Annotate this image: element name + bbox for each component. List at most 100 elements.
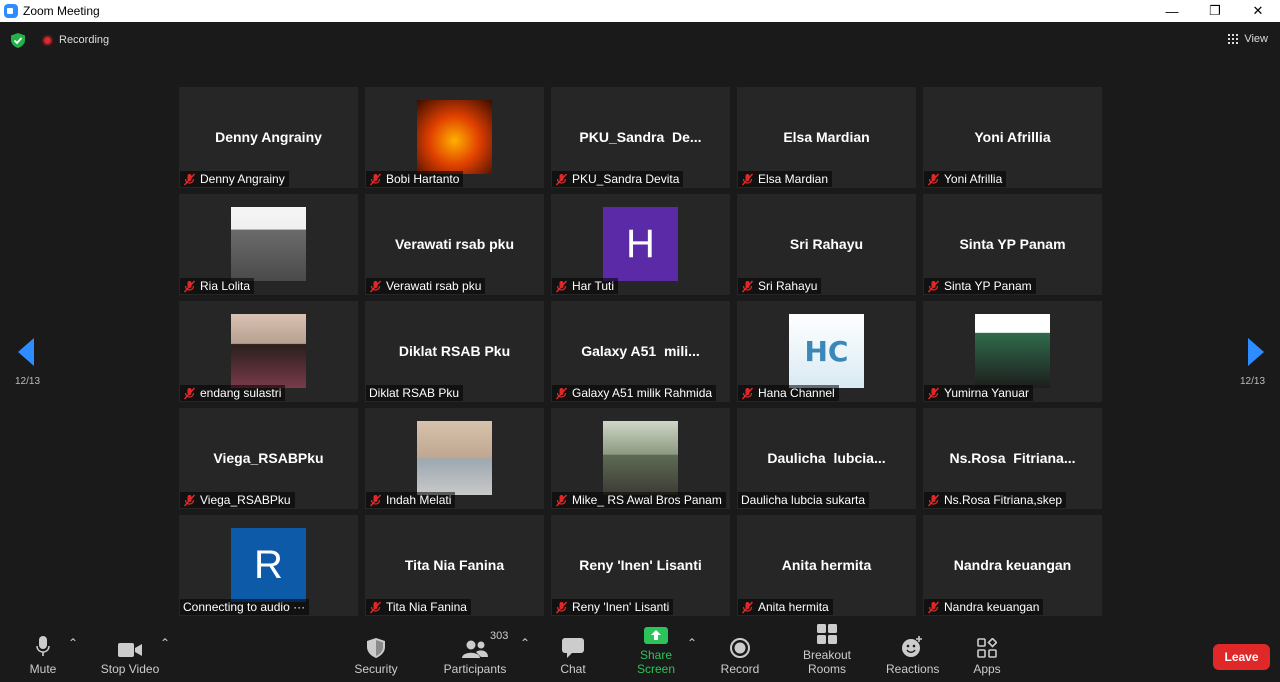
participant-tile[interactable]: Sri Rahayu Sri Rahayu <box>737 194 916 295</box>
breakout-rooms-button[interactable]: Breakout Rooms <box>784 618 870 676</box>
recording-indicator[interactable]: Recording <box>42 34 109 46</box>
participant-name-text: Yoni Afrillia <box>944 172 1003 186</box>
participant-name-label: Nandra keuangan <box>924 599 1044 615</box>
participant-display-name: Sri Rahayu <box>789 236 864 252</box>
participant-name-label: Bobi Hartanto <box>366 171 464 187</box>
record-button[interactable]: Record <box>720 632 760 676</box>
participant-tile[interactable]: Elsa Mardian Elsa Mardian <box>737 87 916 188</box>
participant-name-label: Har Tuti <box>552 278 619 294</box>
participant-tile[interactable]: Nandra keuangan Nandra keuangan <box>923 515 1102 616</box>
participant-name-label: Tita Nia Fanina <box>366 599 471 615</box>
muted-mic-icon <box>369 279 382 293</box>
participant-tile[interactable]: Anita hermita Anita hermita <box>737 515 916 616</box>
participant-tile[interactable]: Denny Angrainy Denny Angrainy <box>179 87 358 188</box>
participant-display-name: Reny 'Inen' Lisanti <box>579 557 702 573</box>
participant-tile[interactable]: Viega_RSABPku Viega_RSABPku <box>179 408 358 509</box>
next-page-arrow-icon[interactable] <box>1246 338 1266 366</box>
share-options-caret-icon[interactable]: ⌃ <box>687 636 697 650</box>
muted-mic-icon <box>555 386 568 400</box>
reactions-label: Reactions <box>886 662 940 676</box>
participant-tile[interactable]: R Connecting to audio ··· <box>179 515 358 616</box>
reactions-smiley-icon <box>902 636 922 657</box>
video-options-caret-icon[interactable]: ⌃ <box>160 636 170 650</box>
muted-mic-icon <box>927 386 940 400</box>
participant-tile[interactable]: endang sulastri <box>179 301 358 402</box>
participants-caret-icon[interactable]: ⌃ <box>520 636 530 650</box>
participant-letter-avatar: H <box>603 207 678 281</box>
participant-name-label: Connecting to audio ··· <box>180 599 310 615</box>
audio-options-caret-icon[interactable]: ⌃ <box>68 636 78 650</box>
hana-channel-logo: HC <box>804 334 849 368</box>
participant-name-text: Indah Melati <box>386 493 452 507</box>
muted-mic-icon <box>183 386 196 400</box>
participant-tile[interactable]: PKU_Sandra De... PKU_Sandra Devita <box>551 87 730 188</box>
participant-name-label: PKU_Sandra Devita <box>552 171 684 187</box>
participant-tile[interactable]: Mike_ RS Awal Bros Panam <box>551 408 730 509</box>
participant-tile[interactable]: Tita Nia Fanina Tita Nia Fanina <box>365 515 544 616</box>
participants-button[interactable]: 303 Participants <box>442 630 509 676</box>
record-label: Record <box>720 662 760 676</box>
participant-name-text: Yumirna Yanuar <box>944 386 1029 400</box>
participant-profile-photo <box>603 421 678 495</box>
grid-view-icon <box>1228 34 1239 44</box>
participant-name-label: Denny Angrainy <box>180 171 289 187</box>
participant-tile[interactable]: Yoni Afrillia Yoni Afrillia <box>923 87 1102 188</box>
participant-name-label: Yoni Afrillia <box>924 171 1007 187</box>
apps-button[interactable]: Apps <box>970 632 1004 676</box>
participant-name-label: Galaxy A51 milik Rahmida <box>552 385 717 401</box>
participant-name-text: Mike_ RS Awal Bros Panam <box>572 493 722 507</box>
participant-tile[interactable]: Galaxy A51 mili... Galaxy A51 milik Rahmi… <box>551 301 730 402</box>
participant-display-name: Tita Nia Fanina <box>404 557 505 573</box>
reactions-button[interactable]: Reactions <box>886 632 940 676</box>
participant-display-name: Ns.Rosa Fitriana... <box>949 450 1076 466</box>
window-title: Zoom Meeting <box>23 4 100 18</box>
security-button[interactable]: Security <box>352 632 400 676</box>
participant-tile[interactable]: Bobi Hartanto <box>365 87 544 188</box>
muted-mic-icon <box>555 600 568 614</box>
participant-name-label: Hana Channel <box>738 385 839 401</box>
participant-display-name: Nandra keuangan <box>953 557 1072 573</box>
chat-button[interactable]: Chat <box>558 632 588 676</box>
participant-gallery: Denny Angrainy Denny Angrainy Bobi Hartant… <box>179 87 1103 616</box>
participant-name-label: Indah Melati <box>366 492 456 508</box>
participant-tile[interactable]: Ria Lolita <box>179 194 358 295</box>
participant-tile[interactable]: Daulicha lubcia... Daulicha lubcia sukart… <box>737 408 916 509</box>
participant-tile[interactable]: Diklat RSAB Pku Diklat RSAB Pku <box>365 301 544 402</box>
minimize-icon[interactable]: — <box>1152 0 1192 22</box>
participant-name-text: Sri Rahayu <box>758 279 818 293</box>
stop-video-button[interactable]: Stop Video <box>100 632 160 676</box>
muted-mic-icon <box>183 493 196 507</box>
participant-name-text: endang sulastri <box>200 386 282 400</box>
participant-display-name: PKU_Sandra De... <box>579 129 702 145</box>
participant-tile[interactable]: H Har Tuti <box>551 194 730 295</box>
participant-display-name: Verawati rsab pku <box>394 236 515 252</box>
participant-tile[interactable]: Sinta YP Panam Sinta YP Panam <box>923 194 1102 295</box>
restore-icon[interactable]: ❐ <box>1195 0 1235 22</box>
mute-button[interactable]: Mute <box>28 632 58 676</box>
participant-profile-photo <box>417 100 492 174</box>
participant-tile[interactable]: HC Hana Channel <box>737 301 916 402</box>
security-shield-icon[interactable] <box>11 33 25 48</box>
microphone-icon <box>36 636 50 656</box>
participant-tile[interactable]: Reny 'Inen' Lisanti Reny 'Inen' Lisanti <box>551 515 730 616</box>
participant-name-label: Reny 'Inen' Lisanti <box>552 599 674 615</box>
muted-mic-icon <box>369 493 382 507</box>
participant-tile[interactable]: Yumirna Yanuar <box>923 301 1102 402</box>
participant-display-name: Anita hermita <box>781 557 872 573</box>
previous-page-arrow-icon[interactable] <box>18 338 38 366</box>
participants-label: Participants <box>443 662 507 676</box>
close-icon[interactable]: ✕ <box>1238 0 1278 22</box>
muted-mic-icon <box>927 172 940 186</box>
participant-tile[interactable]: Ns.Rosa Fitriana... Ns.Rosa Fitriana,skep <box>923 408 1102 509</box>
muted-mic-icon <box>741 600 754 614</box>
share-screen-button[interactable]: Share Screen <box>620 618 692 676</box>
participant-name-label: Daulicha lubcia sukarta <box>738 492 870 508</box>
participant-name-text: Verawati rsab pku <box>386 279 482 293</box>
participant-name-text: Elsa Mardian <box>758 172 829 186</box>
participant-tile[interactable]: Verawati rsab pku Verawati rsab pku <box>365 194 544 295</box>
participant-tile[interactable]: Indah Melati <box>365 408 544 509</box>
leave-button[interactable]: Leave <box>1213 644 1270 670</box>
participant-display-name: Viega_RSABPku <box>213 450 324 466</box>
participant-name-label: Sinta YP Panam <box>924 278 1036 294</box>
view-button[interactable]: View <box>1228 33 1268 45</box>
